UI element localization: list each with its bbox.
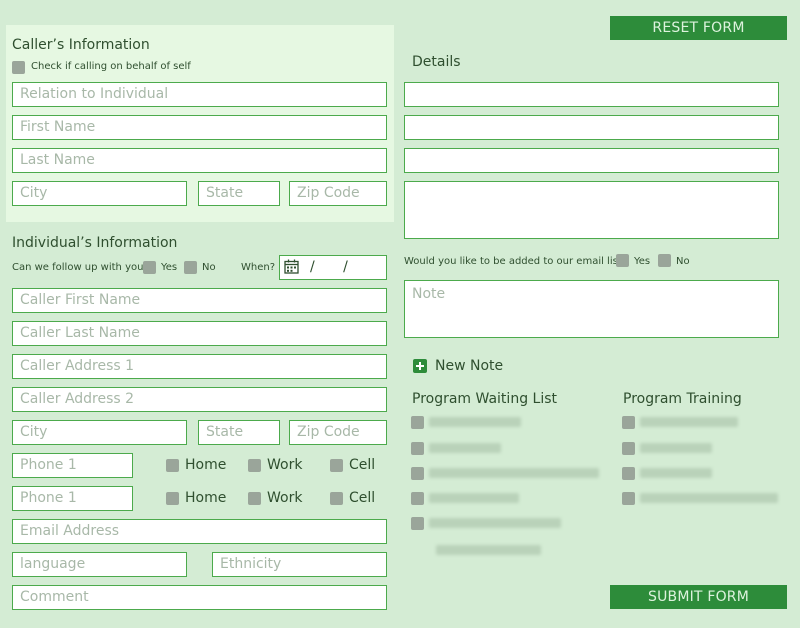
- training-checkbox-4[interactable]: [622, 492, 635, 505]
- caller-information-title: Caller’s Information: [12, 37, 150, 53]
- waiting-list-checkbox-5[interactable]: [411, 517, 424, 530]
- email-list-no-checkbox[interactable]: [658, 254, 671, 267]
- follow-up-no-label: No: [202, 262, 216, 273]
- ethnicity-input[interactable]: Ethnicity: [212, 552, 387, 577]
- program-training-title: Program Training: [623, 391, 742, 407]
- details-input-2[interactable]: [404, 115, 779, 140]
- waiting-list-item-3: [429, 468, 599, 478]
- self-checkbox-label: Check if calling on behalf of self: [31, 61, 191, 72]
- email-list-yes-checkbox[interactable]: [616, 254, 629, 267]
- individual-zip-input[interactable]: Zip Code: [289, 420, 387, 445]
- training-checkbox-2[interactable]: [622, 442, 635, 455]
- follow-up-yes-label: Yes: [161, 262, 178, 273]
- when-label: When?: [241, 262, 276, 273]
- waiting-list-checkbox-2[interactable]: [411, 442, 424, 455]
- waiting-list-item-4: [429, 493, 519, 503]
- caller-city-input[interactable]: City: [12, 181, 187, 206]
- training-item-4: [640, 493, 778, 503]
- submit-form-button[interactable]: SUBMIT FORM: [610, 585, 787, 609]
- phone2-input[interactable]: Phone 1: [12, 486, 133, 511]
- individual-information-title: Individual’s Information: [12, 235, 178, 251]
- first-name-input[interactable]: First Name: [12, 115, 387, 140]
- phone2-work-checkbox[interactable]: [248, 492, 261, 505]
- phone2-cell-checkbox[interactable]: [330, 492, 343, 505]
- phone1-work-label: Work: [267, 457, 303, 473]
- phone2-work-label: Work: [267, 490, 303, 506]
- phone1-work-checkbox[interactable]: [248, 459, 261, 472]
- note-textarea[interactable]: Note: [404, 280, 779, 338]
- waiting-list-item-2: [429, 443, 501, 453]
- waiting-list-checkbox-1[interactable]: [411, 416, 424, 429]
- phone2-home-label: Home: [185, 490, 227, 506]
- caller-address1-input[interactable]: Caller Address 1: [12, 354, 387, 379]
- follow-up-no-checkbox[interactable]: [184, 261, 197, 274]
- plus-icon[interactable]: [413, 359, 427, 373]
- new-note-button[interactable]: New Note: [435, 358, 503, 374]
- calendar-icon[interactable]: [284, 259, 299, 274]
- phone1-home-checkbox[interactable]: [166, 459, 179, 472]
- last-name-input[interactable]: Last Name: [12, 148, 387, 173]
- caller-address2-input[interactable]: Caller Address 2: [12, 387, 387, 412]
- email-list-yes-label: Yes: [634, 256, 651, 267]
- date-value: / /: [310, 259, 348, 275]
- details-input-1[interactable]: [404, 82, 779, 107]
- caller-last-name-input[interactable]: Caller Last Name: [12, 321, 387, 346]
- waiting-list-checkbox-4[interactable]: [411, 492, 424, 505]
- training-item-3: [640, 468, 712, 478]
- follow-up-question: Can we follow up with you?: [12, 262, 149, 273]
- phone1-input[interactable]: Phone 1: [12, 453, 133, 478]
- waiting-list-item-1: [429, 417, 521, 427]
- waiting-list-item-5: [429, 518, 561, 528]
- training-item-1: [640, 417, 738, 427]
- caller-state-input[interactable]: State: [198, 181, 280, 206]
- self-checkbox[interactable]: [12, 61, 25, 74]
- details-input-3[interactable]: [404, 148, 779, 173]
- caller-first-name-input[interactable]: Caller First Name: [12, 288, 387, 313]
- individual-state-input[interactable]: State: [198, 420, 280, 445]
- language-input[interactable]: language: [12, 552, 187, 577]
- email-list-question: Would you like to be added to our email …: [404, 256, 628, 267]
- training-checkbox-1[interactable]: [622, 416, 635, 429]
- phone1-cell-checkbox[interactable]: [330, 459, 343, 472]
- relation-input[interactable]: Relation to Individual: [12, 82, 387, 107]
- phone1-cell-label: Cell: [349, 457, 376, 473]
- phone2-cell-label: Cell: [349, 490, 376, 506]
- training-checkbox-3[interactable]: [622, 467, 635, 480]
- program-waiting-list-title: Program Waiting List: [412, 391, 557, 407]
- caller-zip-input[interactable]: Zip Code: [289, 181, 387, 206]
- phone2-home-checkbox[interactable]: [166, 492, 179, 505]
- individual-city-input[interactable]: City: [12, 420, 187, 445]
- comment-input[interactable]: Comment: [12, 585, 387, 610]
- training-item-2: [640, 443, 712, 453]
- waiting-list-checkbox-3[interactable]: [411, 467, 424, 480]
- follow-up-yes-checkbox[interactable]: [143, 261, 156, 274]
- email-list-no-label: No: [676, 256, 690, 267]
- email-address-input[interactable]: Email Address: [12, 519, 387, 544]
- details-title: Details: [412, 54, 461, 70]
- phone1-home-label: Home: [185, 457, 227, 473]
- reset-form-button[interactable]: RESET FORM: [610, 16, 787, 40]
- waiting-list-item-5-continued: [436, 545, 541, 555]
- details-textarea[interactable]: [404, 181, 779, 239]
